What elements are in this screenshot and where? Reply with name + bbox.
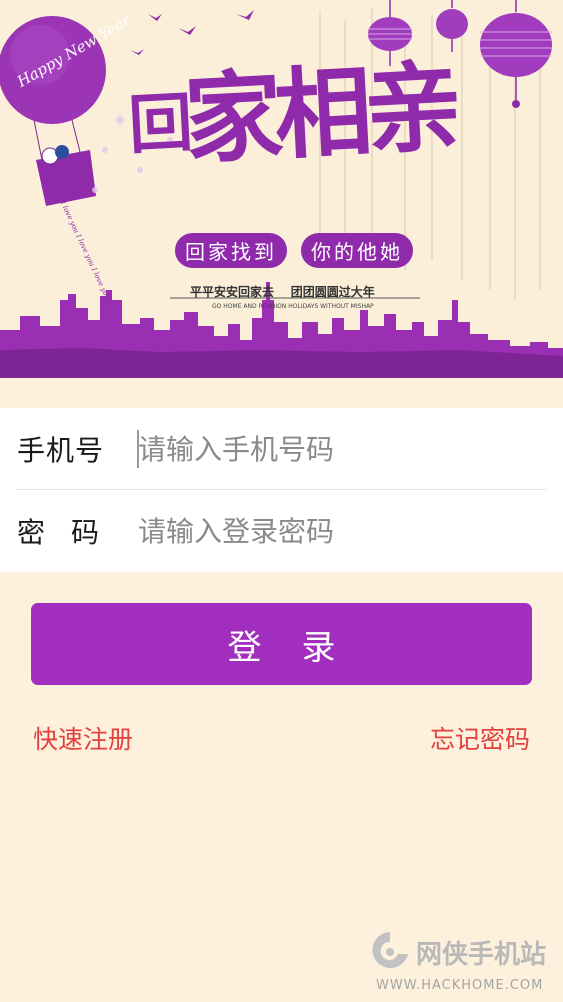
login-form: 手机号 密码 — [0, 408, 563, 572]
watermark-logo-icon — [372, 932, 408, 968]
password-label: 密码 — [17, 516, 126, 549]
register-link[interactable]: 快速注册 — [33, 720, 133, 756]
password-input[interactable] — [136, 509, 538, 553]
phone-label: 手机号 — [17, 434, 105, 467]
banner-title-first-char: 回 — [126, 85, 187, 164]
phone-row: 手机号 — [0, 408, 563, 490]
banner-title-rest: 家相亲 — [181, 49, 458, 179]
watermark-cn: 网侠手机站 — [416, 940, 547, 970]
banner-sub-slogan-en: GO HOME AND REUNION HOLIDAYS WITHOUT MIS… — [212, 303, 374, 310]
banner-slogan: 回家找到 你的他她 — [175, 233, 413, 268]
slogan-left: 回家找到 — [175, 233, 287, 268]
password-row: 密码 — [0, 490, 563, 572]
header-banner: 回家相亲 回家找到 你的他她 平平安安回家去 团团圆圆过大年 GO HOME A… — [0, 0, 563, 378]
banner-sub-slogan: 平平安安回家去 团团圆圆过大年 — [190, 285, 375, 299]
watermark: 网侠手机站 WWW.HACKHOME.COM — [368, 928, 558, 998]
banner-title: 回家相亲 — [125, 28, 458, 187]
forgot-password-link[interactable]: 忘记密码 — [430, 720, 530, 756]
slogan-right: 你的他她 — [301, 233, 413, 268]
watermark-en: WWW.HACKHOME.COM — [376, 978, 544, 993]
phone-input[interactable] — [136, 427, 538, 471]
login-button[interactable]: 登录 — [31, 603, 532, 685]
